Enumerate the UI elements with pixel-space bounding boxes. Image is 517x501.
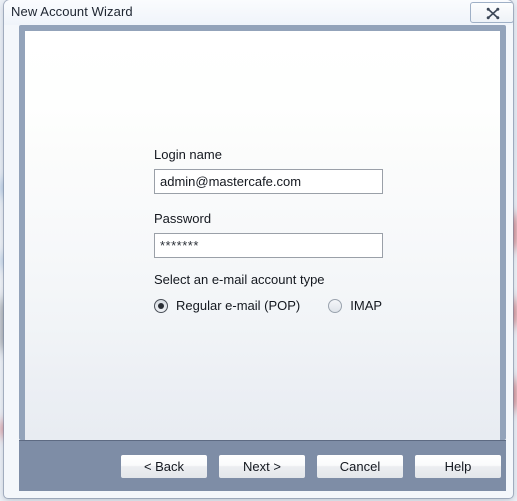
account-form: Login name Password ******* Select an e-… (154, 147, 454, 313)
login-name-input[interactable] (154, 169, 383, 194)
radio-pop-icon[interactable] (154, 298, 168, 313)
close-icon (486, 7, 500, 20)
window-title: New Account Wizard (11, 4, 133, 19)
radio-option-imap[interactable]: IMAP (328, 298, 382, 313)
cancel-button[interactable]: Cancel (316, 454, 404, 479)
back-button[interactable]: < Back (120, 454, 208, 479)
help-button[interactable]: Help (414, 454, 502, 479)
login-name-label: Login name (154, 147, 222, 162)
wizard-content-panel: Login name Password ******* Select an e-… (25, 31, 500, 440)
next-button[interactable]: Next > (218, 454, 306, 479)
new-account-wizard-window: New Account Wizard Login name admin@mast… (4, 0, 513, 498)
account-type-label: Select an e-mail account type (154, 272, 325, 287)
account-type-radio-group: Regular e-mail (POP) IMAP (154, 298, 454, 313)
radio-option-pop[interactable]: Regular e-mail (POP) (154, 298, 300, 313)
password-input[interactable]: ******* (154, 233, 383, 258)
radio-imap-icon[interactable] (328, 298, 343, 313)
title-bar[interactable]: New Account Wizard (4, 0, 513, 25)
radio-imap-label: IMAP (350, 298, 383, 313)
button-bar: < Back Next > Cancel Help (19, 440, 506, 491)
content-frame: Login name Password ******* Select an e-… (19, 25, 506, 440)
close-button[interactable] (470, 2, 513, 23)
radio-pop-label: Regular e-mail (POP) (176, 298, 301, 313)
password-label: Password (154, 211, 212, 226)
